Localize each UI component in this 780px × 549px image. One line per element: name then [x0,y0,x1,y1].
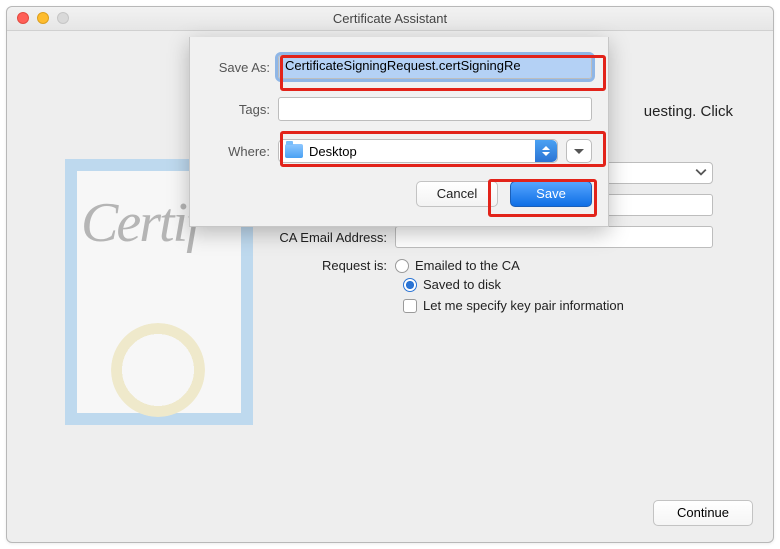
where-label: Where: [190,144,278,159]
window-controls [17,12,69,24]
close-icon[interactable] [17,12,29,24]
tags-label: Tags: [190,102,278,117]
ca-email-label: CA Email Address: [265,230,395,245]
checkbox-keypair[interactable] [403,299,417,313]
assistant-window: Certificate Assistant uesting. Click Cer… [6,6,774,543]
continue-button[interactable]: Continue [653,500,753,526]
save-sheet: Save As: CertificateSigningRequest.certS… [189,37,609,227]
chevron-down-icon [695,166,707,178]
tags-field[interactable] [278,97,592,121]
instruction-fragment: uesting. Click [644,103,733,120]
save-button[interactable]: Save [510,181,592,207]
minimize-icon[interactable] [37,12,49,24]
radio-emailed[interactable] [395,259,409,273]
ca-email-field[interactable] [395,226,713,248]
folder-icon [285,144,303,158]
request-is-label: Request is: [265,258,395,273]
radio-emailed-label: Emailed to the CA [415,258,520,273]
saveas-label: Save As: [190,60,278,75]
titlebar: Certificate Assistant [7,7,773,31]
certificate-script-text: Certif [81,191,200,255]
stepper-icon [535,140,557,162]
cancel-button[interactable]: Cancel [416,181,498,207]
chevron-down-icon [574,149,584,154]
zoom-icon [57,12,69,24]
checkbox-keypair-label: Let me specify key pair information [423,298,624,313]
radio-disk-label: Saved to disk [423,277,501,292]
saveas-field[interactable]: CertificateSigningRequest.certSigningRe [278,55,592,79]
radio-saved-to-disk[interactable] [403,278,417,292]
expand-button[interactable] [566,139,592,163]
where-value: Desktop [309,144,357,159]
where-popup[interactable]: Desktop [278,139,558,163]
window-title: Certificate Assistant [7,7,773,31]
seal-icon [119,331,197,409]
